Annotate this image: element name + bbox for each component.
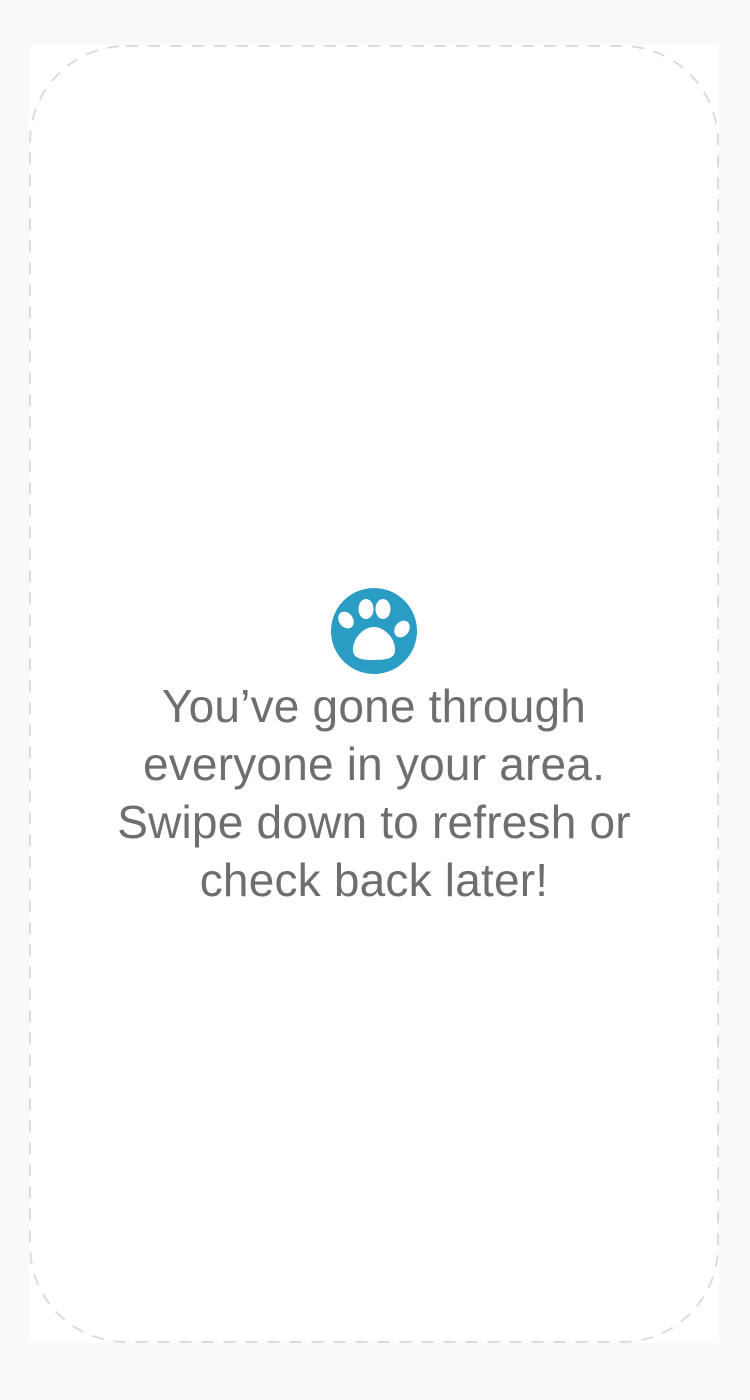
- message-line: Swipe down to refresh or: [117, 796, 631, 848]
- swipe-card-area[interactable]: You’ve gone through everyone in your are…: [29, 45, 719, 1343]
- empty-state: You’ve gone through everyone in your are…: [29, 587, 719, 909]
- paw-icon: [331, 588, 417, 674]
- message-line: You’ve gone through: [161, 680, 587, 732]
- screen: You’ve gone through everyone in your are…: [0, 0, 750, 1400]
- message-line: everyone in your area.: [142, 738, 606, 790]
- message-line: check back later!: [199, 854, 549, 906]
- empty-state-message: You’ve gone through everyone in your are…: [74, 677, 674, 909]
